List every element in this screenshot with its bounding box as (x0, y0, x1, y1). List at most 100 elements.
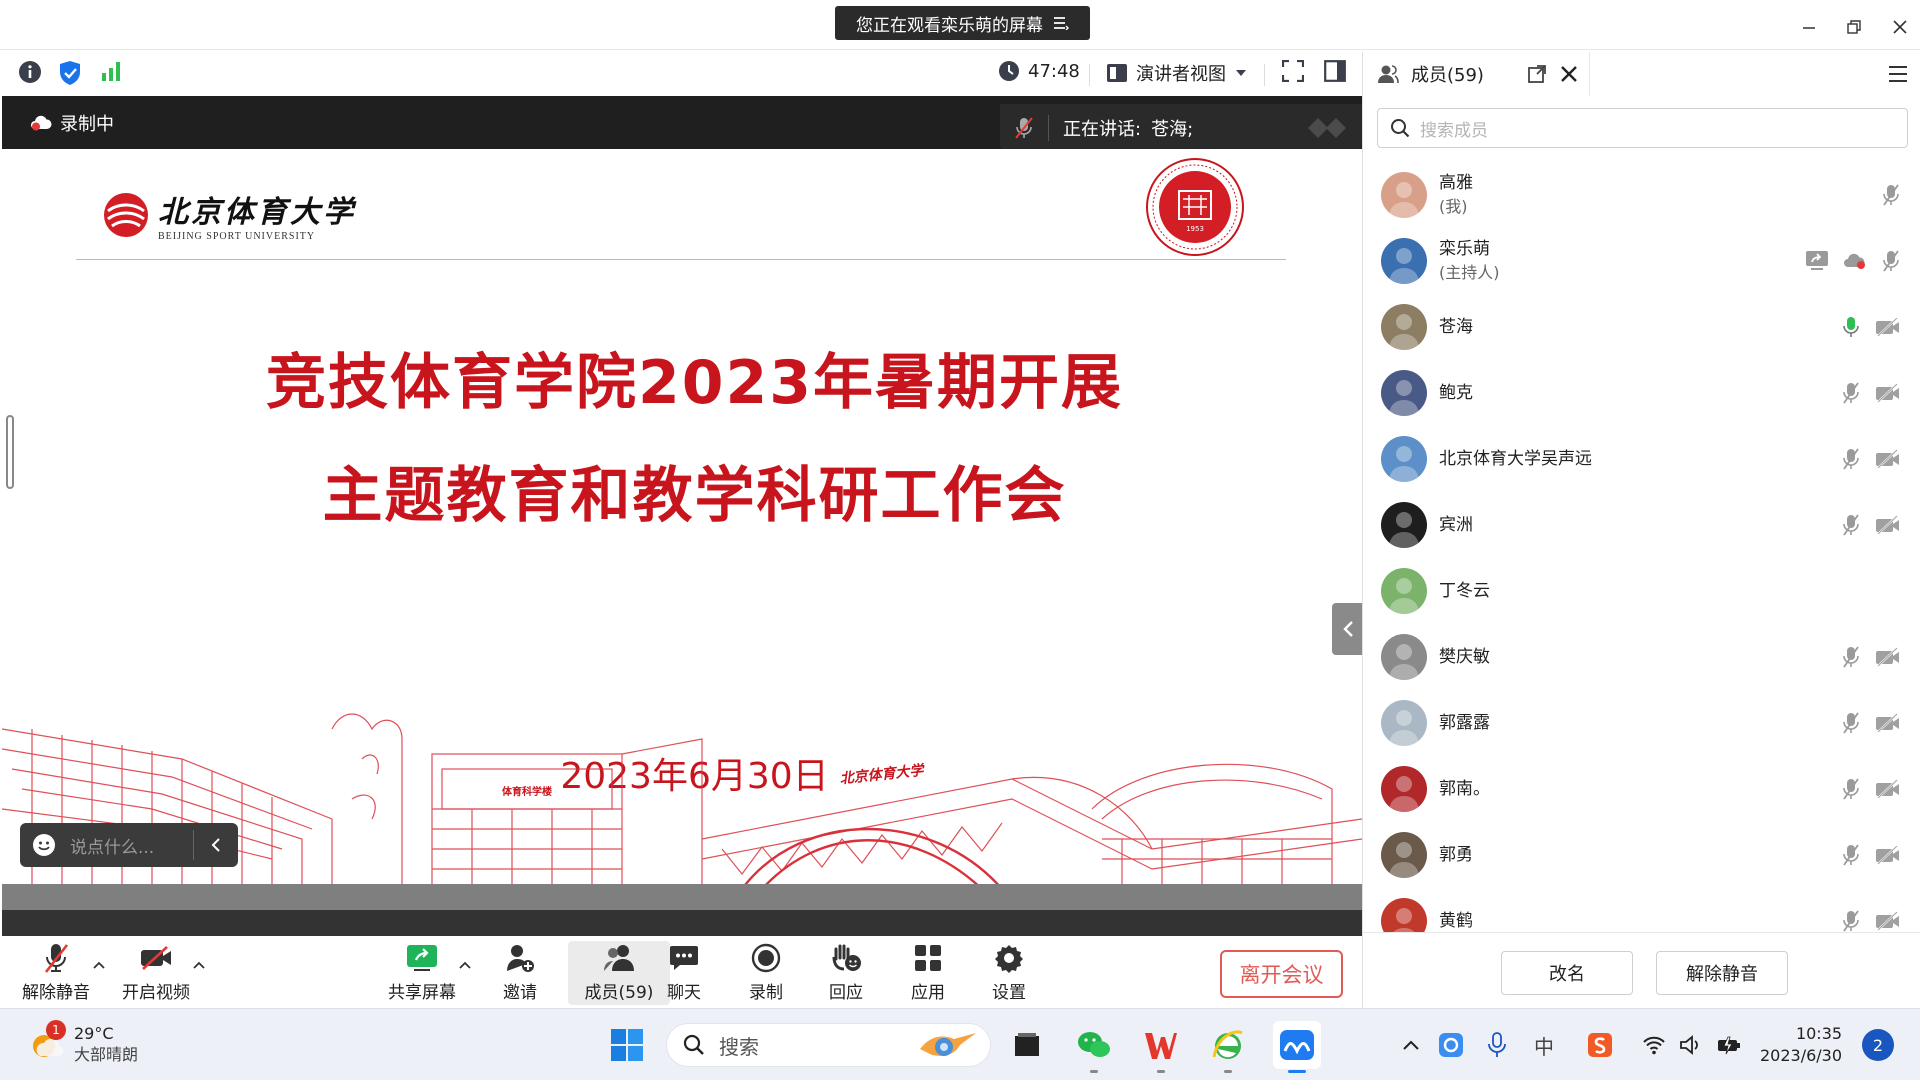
apps-button[interactable]: 应用 (888, 942, 968, 1003)
windows-logo-icon (611, 1029, 643, 1061)
members-panel-footer: 改名 解除静音 (1363, 932, 1920, 1008)
scroll-handle[interactable] (6, 415, 14, 489)
video-off-icon[interactable] (1875, 911, 1901, 931)
unmute-label: 解除静音 (22, 983, 90, 1003)
video-off-icon[interactable] (1875, 713, 1901, 733)
member-row[interactable]: 郭露露 (1363, 690, 1920, 756)
video-options-caret[interactable] (192, 960, 206, 970)
divider (1048, 114, 1049, 141)
fullscreen-button[interactable] (1282, 60, 1304, 82)
panel-unmute-button[interactable]: 解除静音 (1656, 951, 1788, 995)
member-row[interactable]: 宾洲 (1363, 492, 1920, 558)
video-off-icon[interactable] (1875, 647, 1901, 667)
rename-button[interactable]: 改名 (1501, 951, 1633, 995)
audio-options-caret[interactable] (92, 960, 106, 970)
chat-button[interactable]: 聊天 (644, 942, 724, 1003)
video-off-icon[interactable] (1875, 515, 1901, 535)
tray-overflow-button[interactable] (1396, 1023, 1426, 1067)
running-indicator (1224, 1070, 1232, 1073)
video-off-icon[interactable] (1875, 845, 1901, 865)
security-button[interactable] (58, 60, 82, 86)
mic-muted-icon[interactable] (1841, 843, 1861, 867)
member-row[interactable]: 郭勇 (1363, 822, 1920, 888)
unmute-button[interactable]: 解除静音 (16, 942, 96, 1003)
video-off-icon[interactable] (1875, 449, 1901, 469)
settings-button[interactable]: 设置 (969, 942, 1049, 1003)
member-row[interactable]: 鲍克 (1363, 360, 1920, 426)
emoji-icon[interactable] (32, 833, 56, 857)
video-off-icon[interactable] (1875, 317, 1901, 337)
volume-status[interactable] (1674, 1023, 1708, 1067)
input-method-indicator[interactable]: 中 (1524, 1023, 1564, 1067)
video-off-icon[interactable] (1875, 383, 1901, 403)
taskbar-app-wechat[interactable] (1072, 1023, 1116, 1073)
share-banner[interactable]: 您正在观看栾乐萌的屏幕 (835, 6, 1090, 40)
network-quality-button[interactable] (100, 60, 124, 82)
panel-toggle-button[interactable] (1324, 60, 1346, 82)
wifi-status[interactable] (1637, 1023, 1671, 1067)
mic-muted-icon[interactable] (1841, 909, 1861, 932)
taskbar-app-wps[interactable] (1139, 1023, 1183, 1073)
reactions-label: 回应 (829, 983, 863, 1003)
mic-muted-icon[interactable] (1841, 381, 1861, 405)
popout-button[interactable] (1527, 64, 1547, 84)
share-screen-button[interactable]: 共享屏幕 (382, 942, 462, 1003)
close-panel-button[interactable] (1559, 64, 1579, 84)
logo-cn-text: 北京体育大学 (158, 195, 356, 230)
member-status-icons (1881, 183, 1901, 207)
mic-muted-icon[interactable] (1841, 645, 1861, 669)
meeting-info-button[interactable] (18, 60, 42, 84)
member-search-input[interactable]: 搜索成员 (1377, 108, 1908, 148)
video-off-icon[interactable] (1875, 779, 1901, 799)
weather-widget[interactable]: 1 29°C 大部晴朗 (28, 1020, 138, 1065)
chevron-up-icon (1403, 1040, 1419, 1050)
taskbar-app-files[interactable] (1005, 1023, 1049, 1067)
system-clock[interactable]: 10:35 2023/6/30 (1760, 1023, 1842, 1067)
start-button[interactable] (605, 1023, 649, 1067)
view-mode-dropdown[interactable]: 演讲者视图 (1106, 60, 1248, 86)
member-row[interactable]: 苍海 (1363, 294, 1920, 360)
tray-microphone[interactable] (1480, 1023, 1514, 1067)
invite-button[interactable]: 邀请 (480, 942, 560, 1003)
taskbar-search[interactable]: 搜索 (666, 1023, 991, 1067)
mic-muted-icon[interactable] (1841, 777, 1861, 801)
close-window-button[interactable] (1883, 10, 1917, 44)
university-logo: 北京体育大学 BEIJING SPORT UNIVERSITY (102, 187, 356, 242)
mic-muted-icon[interactable] (1881, 249, 1901, 273)
member-row[interactable]: 高雅 (我) (1363, 162, 1920, 228)
chat-collapse-button[interactable] (194, 838, 238, 852)
share-options-caret[interactable] (458, 960, 472, 970)
battery-status[interactable] (1712, 1023, 1746, 1067)
record-button[interactable]: 录制 (726, 942, 806, 1003)
tray-app-sogou[interactable] (1580, 1023, 1620, 1067)
member-row[interactable]: 栾乐萌 (主持人) (1363, 228, 1920, 294)
member-avatar (1381, 634, 1427, 680)
notification-badge[interactable]: 2 (1862, 1029, 1894, 1061)
minimize-button[interactable] (1792, 10, 1826, 44)
start-video-button[interactable]: 开启视频 (116, 942, 196, 1003)
quick-chat-input[interactable]: 说点什么... (20, 823, 238, 867)
member-row[interactable]: 丁冬云 (1363, 558, 1920, 624)
mic-muted-icon[interactable] (1841, 513, 1861, 537)
member-row[interactable]: 郭南。 (1363, 756, 1920, 822)
recording-indicator[interactable]: 录制中 (30, 110, 114, 136)
mic-muted-icon[interactable] (1841, 447, 1861, 471)
mic-active-icon[interactable] (1841, 315, 1861, 339)
member-row[interactable]: 北京体育大学吴声远 (1363, 426, 1920, 492)
member-row[interactable]: 樊庆敏 (1363, 624, 1920, 690)
panel-menu-button[interactable] (1887, 64, 1909, 84)
taskbar-app-tencent-meeting[interactable] (1273, 1021, 1321, 1073)
leave-meeting-button[interactable]: 离开会议 (1220, 950, 1343, 998)
restore-button[interactable] (1837, 10, 1871, 44)
member-row[interactable]: 黄鹤 (1363, 888, 1920, 932)
running-indicator (1288, 1070, 1306, 1073)
mic-muted-icon[interactable] (1881, 183, 1901, 207)
member-name-block: 宾洲 (1439, 513, 1473, 537)
panel-collapse-button[interactable] (1332, 603, 1362, 655)
cloud-sync-icon (1439, 1033, 1463, 1057)
tray-app-cloud[interactable] (1434, 1023, 1468, 1067)
reactions-button[interactable]: 回应 (806, 942, 886, 1003)
mic-muted-icon[interactable] (1841, 711, 1861, 735)
member-avatar (1381, 238, 1427, 284)
taskbar-app-browser[interactable] (1206, 1023, 1250, 1073)
